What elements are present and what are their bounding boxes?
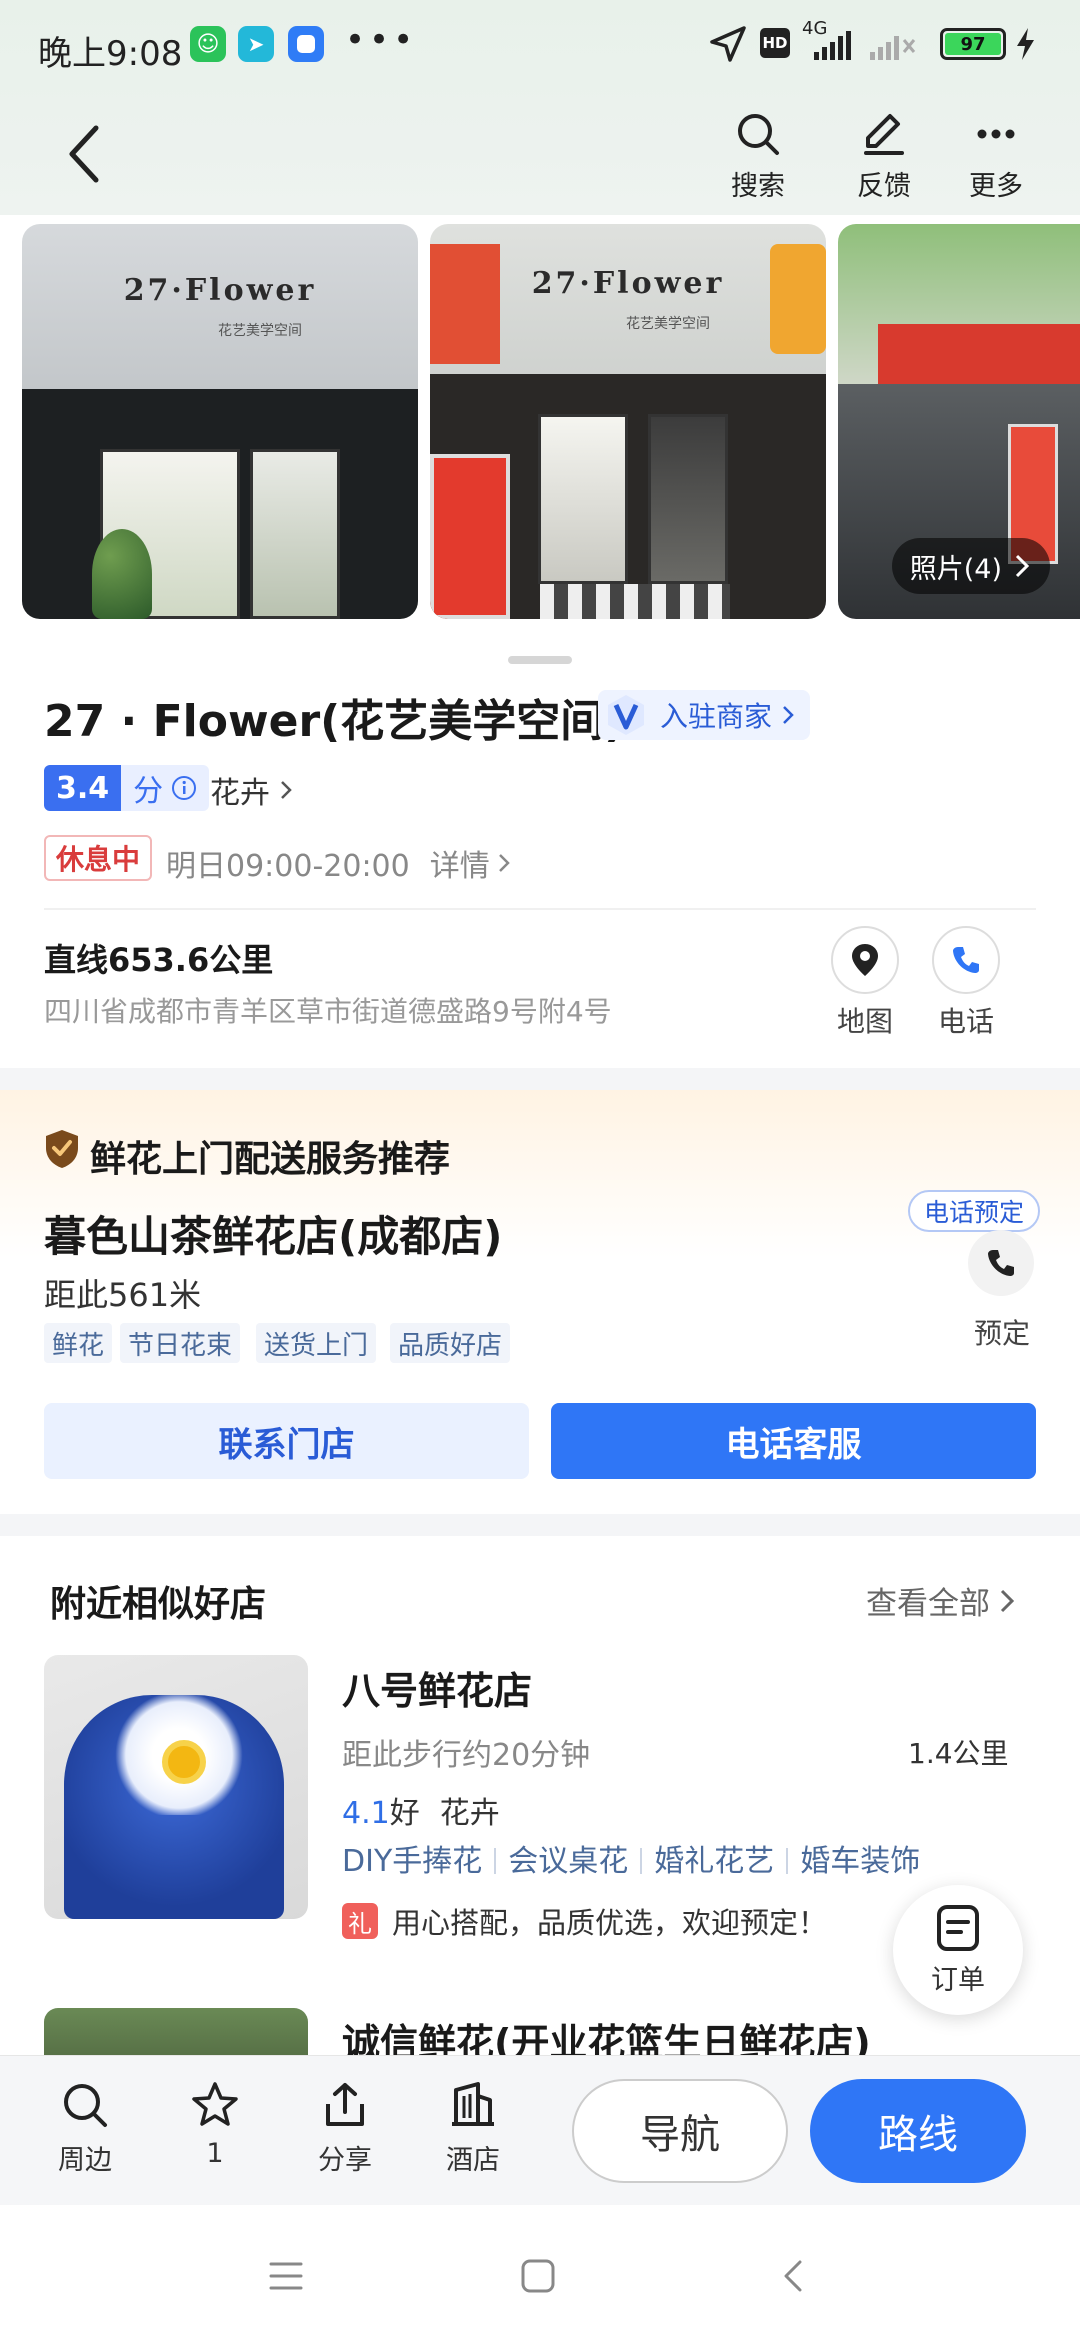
phone-service-button[interactable]: 电话客服 — [551, 1403, 1036, 1479]
map-label: 地图 — [836, 1005, 893, 1038]
reserve-label: 预定 — [973, 1317, 1030, 1350]
tag: 品质好店 — [390, 1323, 511, 1363]
shop-thumbnail[interactable] — [44, 1655, 308, 1919]
location-arrow-icon — [710, 26, 746, 62]
store-photo-2[interactable]: 27·Flower 花艺美学空间 — [430, 224, 826, 619]
favorite-button[interactable]: 1 — [160, 2080, 270, 2169]
shop-walk-time: 距此步行约20分钟 — [342, 1738, 591, 1773]
shop-distance: 1.4公里 — [908, 1737, 1009, 1770]
navigate-button[interactable]: 导航 — [572, 2079, 788, 2183]
chevron-right-icon — [783, 706, 794, 724]
recommend-title: 鲜花上门配送服务推荐 — [90, 1139, 451, 1180]
order-list-icon — [937, 1904, 979, 1951]
section-gap — [0, 1068, 1080, 1090]
shield-check-icon — [46, 1130, 78, 1168]
hotel-button[interactable]: 酒店 — [418, 2080, 528, 2177]
map-pin-icon — [852, 944, 878, 976]
home-square-icon[interactable] — [520, 2258, 556, 2294]
share-icon — [326, 2083, 364, 2126]
chevron-right-icon — [498, 854, 510, 872]
chevron-right-icon — [281, 781, 292, 799]
status-badge: 休息中 — [44, 835, 153, 881]
menu-icon[interactable] — [268, 2260, 304, 2292]
chevron-right-icon — [1015, 554, 1030, 578]
status-time: 晚上9:08 — [38, 34, 183, 74]
recommend-distance: 距此561米 — [44, 1276, 202, 1314]
shop-rating: 4.1好 花卉 — [342, 1796, 500, 1831]
phone-icon — [953, 947, 979, 973]
more-dots-icon — [977, 129, 1015, 139]
edit-icon — [864, 114, 904, 155]
info-icon — [172, 776, 197, 800]
recommend-shop-name[interactable]: 暮色山茶鲜花店(成都店) — [44, 1203, 502, 1264]
more-notifications-icon: ••• — [345, 20, 418, 60]
merchant-badge[interactable]: 入驻商家 — [598, 690, 811, 740]
tag: 节日花束 — [120, 1323, 241, 1363]
tag: 送货上门 — [256, 1323, 377, 1363]
photo-count-button[interactable]: 照片(4) — [891, 538, 1050, 594]
star-icon — [192, 2082, 238, 2126]
send-notification-icon: ➤ — [238, 26, 274, 62]
store-photo-1[interactable]: 27·Flower 花艺美学空间 — [22, 224, 418, 619]
place-title: 27 · Flower(花艺美学空间) — [44, 696, 625, 747]
shop-promo: 礼 用心搭配，品质优选，欢迎预定！ — [342, 1900, 827, 1942]
battery-icon: 97 — [940, 28, 1006, 60]
sheet-drag-handle[interactable] — [508, 656, 572, 664]
category-link[interactable]: 花卉 — [210, 768, 294, 812]
status-bar: 晚上9:08 ☺ ➤ ••• HD 4G 97 — [0, 0, 1080, 90]
shop-tags: DIY手捧花 会议桌花 婚礼花艺 婚车装饰 — [342, 1844, 921, 1879]
tag: 鲜花 — [44, 1323, 113, 1363]
wechat-notification-icon: ☺ — [190, 26, 226, 62]
search-label: 搜索 — [731, 171, 785, 202]
system-back-icon[interactable] — [780, 2258, 806, 2294]
verified-v-icon — [608, 695, 644, 735]
contact-store-button[interactable]: 联系门店 — [44, 1403, 529, 1479]
order-float-button[interactable]: 订单 — [893, 1885, 1023, 2015]
search-icon — [738, 114, 779, 155]
phone-button[interactable] — [932, 926, 1000, 994]
rating-score[interactable]: 3.4 分 — [44, 765, 210, 811]
map-button[interactable] — [831, 926, 899, 994]
shop-name[interactable]: 八号鲜花店 — [342, 1660, 532, 1715]
opening-hours[interactable]: 明日09:00-20:00 详情 — [166, 841, 512, 885]
nearby-button[interactable]: 周边 — [30, 2080, 140, 2177]
route-button[interactable]: 路线 — [810, 2079, 1026, 2183]
divider — [44, 908, 1036, 910]
search-button[interactable]: 搜索 — [708, 110, 808, 203]
section-gap — [0, 1514, 1080, 1536]
nearby-title: 附近相似好店 — [50, 1584, 267, 1625]
charging-icon — [1017, 28, 1034, 60]
straight-distance: 直线653.6公里 — [44, 941, 274, 979]
hotel-building-icon — [452, 2082, 494, 2126]
phone-label: 电话 — [937, 1005, 994, 1038]
search-icon — [64, 2084, 107, 2127]
feedback-label: 反馈 — [857, 171, 911, 202]
phone-icon — [988, 1250, 1014, 1276]
more-button[interactable]: 更多 — [946, 110, 1046, 203]
app-notification-icon — [288, 26, 324, 62]
feedback-button[interactable]: 反馈 — [834, 110, 934, 203]
gift-icon: 礼 — [342, 1903, 378, 1939]
hd-icon: HD — [760, 28, 790, 58]
address[interactable]: 四川省成都市青羊区草市街道德盛路9号附4号 — [44, 990, 612, 1030]
reserve-phone-button[interactable] — [968, 1230, 1034, 1296]
signal-icon — [814, 31, 916, 60]
see-all-link[interactable]: 查看全部 — [866, 1578, 1016, 1623]
phone-reserve-bubble[interactable]: 电话预定 — [908, 1190, 1041, 1232]
chevron-right-icon — [1000, 1589, 1015, 1612]
share-button[interactable]: 分享 — [290, 2080, 400, 2177]
more-label: 更多 — [969, 171, 1023, 202]
back-icon[interactable] — [62, 122, 106, 186]
